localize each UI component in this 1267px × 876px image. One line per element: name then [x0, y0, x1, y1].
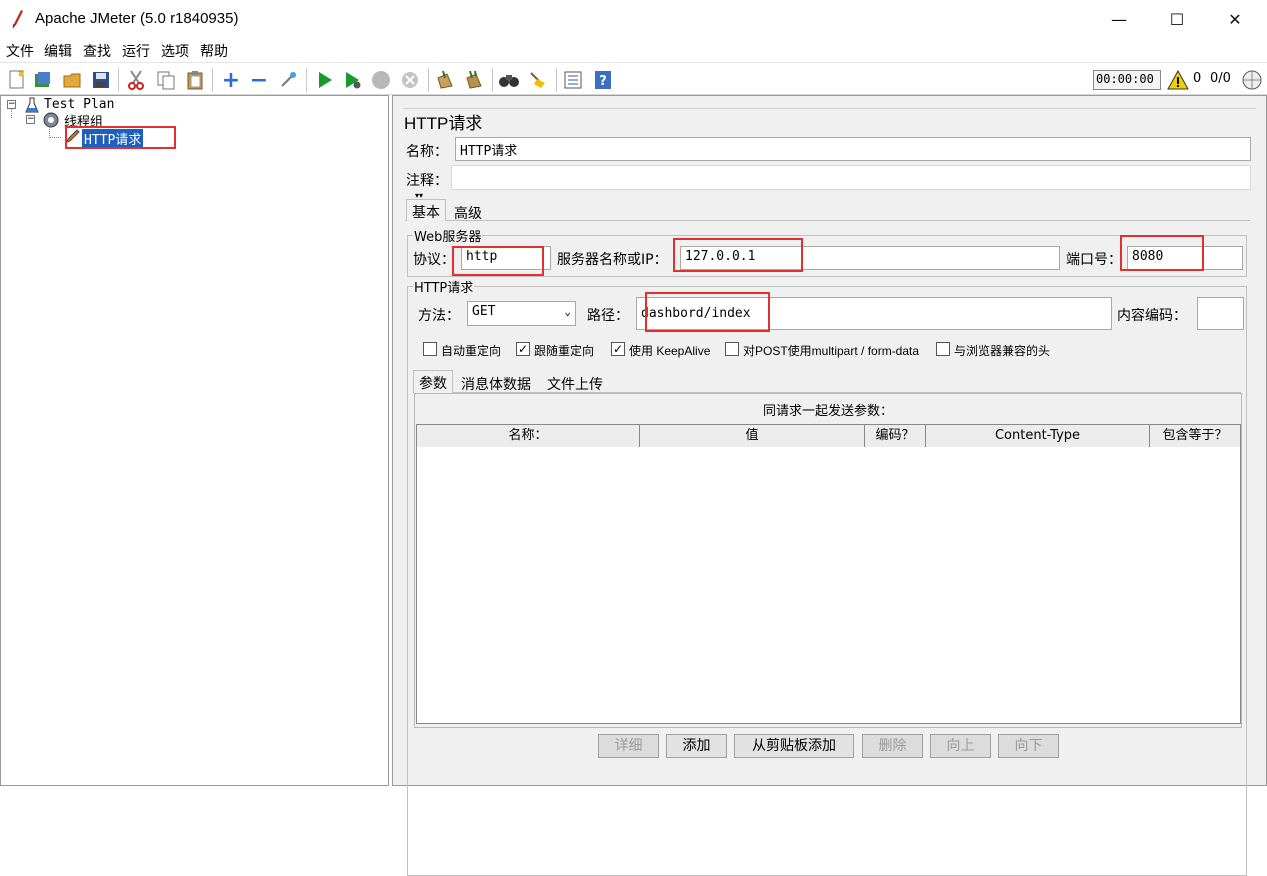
- minimize-button[interactable]: —: [1090, 0, 1148, 38]
- reset-search-broom-icon[interactable]: [527, 69, 549, 91]
- column-content-type[interactable]: Content-Type: [926, 425, 1150, 447]
- open-icon[interactable]: [62, 69, 84, 91]
- paste-icon[interactable]: [184, 69, 206, 91]
- path-input[interactable]: dashbord/index: [636, 297, 1112, 330]
- comment-input[interactable]: [451, 165, 1251, 190]
- function-helper-icon[interactable]: [562, 69, 584, 91]
- chevron-down-icon: ⌄: [564, 305, 571, 318]
- keepalive-checkbox[interactable]: ✓: [611, 342, 625, 356]
- detail-button[interactable]: 详细: [598, 734, 659, 758]
- start-icon[interactable]: [314, 69, 336, 91]
- copy-icon[interactable]: [155, 69, 177, 91]
- down-button[interactable]: 向下: [998, 734, 1059, 758]
- jmeter-feather-icon: [12, 10, 23, 29]
- collapse-test-plan-toggle[interactable]: −: [7, 100, 16, 109]
- comment-label: 注释：: [406, 173, 448, 189]
- follow-redirects-checkbox[interactable]: ✓: [516, 342, 530, 356]
- clear-all-icon[interactable]: [463, 69, 485, 91]
- server-label: 服务器名称或IP：: [557, 252, 668, 268]
- test-plan-flask-icon: [25, 97, 39, 113]
- toggle-icon[interactable]: [278, 69, 300, 91]
- add-from-clipboard-button[interactable]: 从剪贴板添加: [734, 734, 854, 758]
- tree-item-http-request[interactable]: HTTP请求: [82, 129, 144, 148]
- tab-basic[interactable]: 基本: [406, 199, 446, 221]
- menu-edit[interactable]: 编辑: [44, 41, 72, 61]
- warning-icon[interactable]: [1167, 70, 1189, 90]
- multipart-label: 对POST使用multipart / form-data: [743, 344, 920, 358]
- up-button[interactable]: 向上: [930, 734, 991, 758]
- column-name[interactable]: 名称：: [417, 425, 640, 447]
- thread-count: 0/0: [1210, 71, 1231, 86]
- parameters-caption: 同请求一起发送参数：: [762, 404, 893, 419]
- protocol-label: 协议：: [413, 252, 455, 268]
- svg-text:?: ?: [599, 74, 607, 89]
- method-select[interactable]: GET ⌄: [467, 301, 576, 326]
- shutdown-icon: [399, 69, 421, 91]
- collapse-thread-group-toggle[interactable]: −: [26, 115, 35, 124]
- delete-button[interactable]: 删除: [862, 734, 923, 758]
- tree-item-test-plan[interactable]: Test Plan: [44, 97, 114, 112]
- collapse-all-icon[interactable]: −: [248, 68, 270, 93]
- column-value[interactable]: 值: [640, 425, 865, 447]
- server-input[interactable]: 127.0.0.1: [680, 246, 1060, 270]
- expand-all-icon[interactable]: +: [220, 68, 242, 93]
- keepalive-label: 使用 KeepAlive: [629, 344, 711, 358]
- name-input[interactable]: HTTP请求: [455, 137, 1251, 161]
- stop-icon: [370, 69, 392, 91]
- menu-options[interactable]: 选项: [161, 41, 189, 61]
- encoding-input[interactable]: [1197, 297, 1244, 330]
- method-label: 方法：: [418, 308, 460, 324]
- window-title: Apache JMeter (5.0 r1840935): [35, 10, 239, 27]
- auto-redirect-label: 自动重定向: [441, 344, 502, 358]
- add-button[interactable]: 添加: [666, 734, 727, 758]
- method-select-value: GET: [472, 304, 496, 319]
- encoding-label: 内容编码：: [1117, 308, 1187, 324]
- web-server-group-title: Web服务器: [413, 226, 483, 245]
- menu-run[interactable]: 运行: [122, 41, 150, 61]
- test-tree-panel: − Test Plan − 线程组 HTTP请求: [0, 95, 389, 786]
- protocol-input[interactable]: http: [461, 246, 551, 270]
- follow-auto-redirect-checkbox[interactable]: [423, 342, 437, 356]
- port-label: 端口号：: [1066, 252, 1122, 268]
- title-bar: Apache JMeter (5.0 r1840935) — ☐ ✕: [0, 0, 1267, 38]
- multipart-checkbox[interactable]: [725, 342, 739, 356]
- menu-file[interactable]: 文件: [6, 41, 34, 61]
- close-button[interactable]: ✕: [1206, 0, 1264, 38]
- name-label: 名称：: [406, 144, 448, 160]
- toolbar: + − ? 00:00:00 0 0/0: [0, 62, 1267, 95]
- port-input[interactable]: 8080: [1127, 246, 1243, 270]
- elapsed-timer: 00:00:00: [1093, 70, 1161, 90]
- http-request-panel: HTTP请求 名称： HTTP请求 注释： ▾▾ 基本 高级 Web服务器 协议…: [392, 95, 1267, 876]
- menu-bar: 文件 编辑 查找 运行 选项 帮助: [0, 38, 1267, 62]
- save-icon[interactable]: [90, 69, 112, 91]
- parameters-area: 同请求一起发送参数： 名称： 值 编码？ Content-Type 包含等于？: [414, 393, 1242, 728]
- tab-advanced[interactable]: 高级: [449, 201, 487, 225]
- path-label: 路径：: [587, 308, 629, 324]
- browser-headers-label: 与浏览器兼容的头: [954, 344, 1051, 358]
- maximize-button[interactable]: ☐: [1148, 0, 1206, 38]
- panel-title: HTTP请求: [404, 114, 483, 133]
- clear-icon[interactable]: [434, 69, 456, 91]
- browser-headers-checkbox[interactable]: [936, 342, 950, 356]
- warning-count: 0: [1193, 71, 1202, 86]
- templates-icon[interactable]: [32, 69, 54, 91]
- help-icon[interactable]: ?: [592, 69, 614, 91]
- thread-group-gear-icon: [43, 112, 59, 128]
- column-encode[interactable]: 编码？: [865, 425, 926, 447]
- new-icon[interactable]: [6, 69, 28, 91]
- column-include-equals[interactable]: 包含等于？: [1150, 425, 1240, 447]
- tab-parameters[interactable]: 参数: [413, 370, 453, 393]
- thread-status-icon: [1242, 70, 1262, 90]
- parameters-table[interactable]: 名称： 值 编码？ Content-Type 包含等于？: [416, 424, 1241, 724]
- start-no-pause-icon[interactable]: [342, 69, 364, 91]
- menu-help[interactable]: 帮助: [200, 41, 228, 61]
- sampler-pen-icon: [66, 129, 80, 143]
- follow-redirects-label: 跟随重定向: [534, 344, 595, 358]
- http-request-group-title: HTTP请求: [413, 277, 475, 296]
- menu-search[interactable]: 查找: [83, 41, 111, 61]
- cut-icon[interactable]: [125, 69, 147, 91]
- search-binoculars-icon[interactable]: [498, 69, 520, 91]
